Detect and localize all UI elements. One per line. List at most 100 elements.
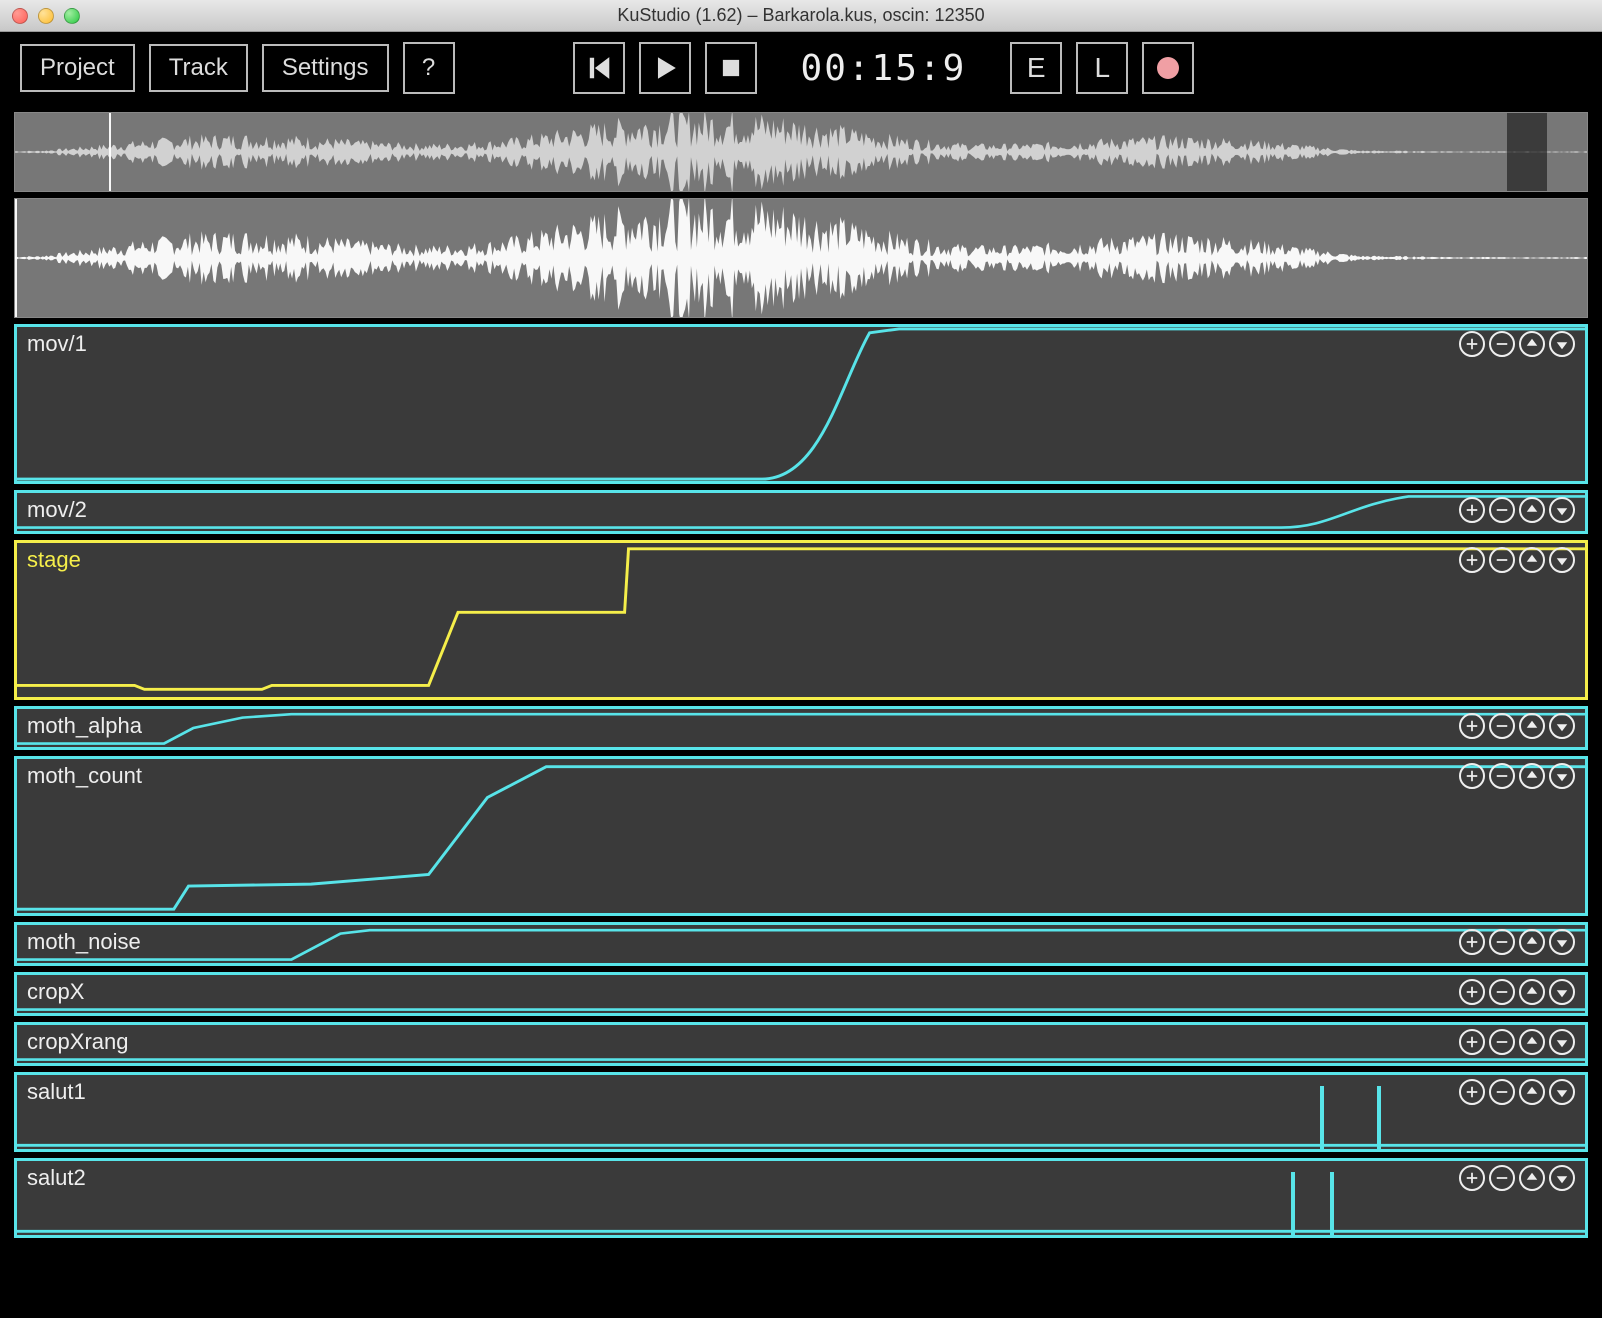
- automation-curve[interactable]: [17, 975, 1585, 1013]
- play-button[interactable]: [639, 42, 691, 94]
- zoom-window-button[interactable]: [64, 8, 80, 24]
- track-row[interactable]: moth_noise: [14, 922, 1588, 966]
- overview-waveform-large[interactable]: [14, 198, 1588, 318]
- arrow-up-icon: [1525, 935, 1539, 949]
- automation-curve[interactable]: [17, 709, 1585, 747]
- track-controls: [1459, 713, 1575, 739]
- track-add-button[interactable]: [1459, 763, 1485, 789]
- track-add-button[interactable]: [1459, 979, 1485, 1005]
- minus-icon: [1495, 769, 1509, 783]
- track-row[interactable]: cropX: [14, 972, 1588, 1016]
- minus-icon: [1495, 337, 1509, 351]
- track-move-down-button[interactable]: [1549, 331, 1575, 357]
- track-add-button[interactable]: [1459, 497, 1485, 523]
- arrow-up-icon: [1525, 553, 1539, 567]
- automation-curve[interactable]: [17, 1025, 1585, 1063]
- plus-icon: [1465, 503, 1479, 517]
- track-move-down-button[interactable]: [1549, 763, 1575, 789]
- track-remove-button[interactable]: [1489, 497, 1515, 523]
- track-move-up-button[interactable]: [1519, 547, 1545, 573]
- window-titlebar: KuStudio (1.62) – Barkarola.kus, oscin: …: [0, 0, 1602, 32]
- automation-curve[interactable]: [17, 493, 1585, 531]
- track-move-down-button[interactable]: [1549, 713, 1575, 739]
- track-move-up-button[interactable]: [1519, 1029, 1545, 1055]
- track-move-up-button[interactable]: [1519, 497, 1545, 523]
- track-row[interactable]: stage: [14, 540, 1588, 700]
- track-move-up-button[interactable]: [1519, 331, 1545, 357]
- track-add-button[interactable]: [1459, 331, 1485, 357]
- track-move-down-button[interactable]: [1549, 979, 1575, 1005]
- automation-curve[interactable]: [17, 543, 1585, 697]
- track-move-up-button[interactable]: [1519, 763, 1545, 789]
- arrow-up-icon: [1525, 769, 1539, 783]
- track-menu-button[interactable]: Track: [149, 44, 248, 92]
- e-toggle-button[interactable]: E: [1010, 42, 1062, 94]
- track-add-button[interactable]: [1459, 1029, 1485, 1055]
- playhead-marker[interactable]: [15, 199, 17, 317]
- track-remove-button[interactable]: [1489, 1029, 1515, 1055]
- track-move-down-button[interactable]: [1549, 1165, 1575, 1191]
- track-add-button[interactable]: [1459, 929, 1485, 955]
- track-row[interactable]: mov/1: [14, 324, 1588, 484]
- arrow-down-icon: [1555, 985, 1569, 999]
- track-row[interactable]: mov/2: [14, 490, 1588, 534]
- track-add-button[interactable]: [1459, 713, 1485, 739]
- minus-icon: [1495, 1171, 1509, 1185]
- automation-curve[interactable]: [17, 925, 1585, 963]
- stop-button[interactable]: [705, 42, 757, 94]
- record-button[interactable]: [1142, 42, 1194, 94]
- track-remove-button[interactable]: [1489, 763, 1515, 789]
- track-controls: [1459, 547, 1575, 573]
- arrow-down-icon: [1555, 337, 1569, 351]
- track-move-down-button[interactable]: [1549, 547, 1575, 573]
- track-remove-button[interactable]: [1489, 1165, 1515, 1191]
- track-row[interactable]: salut1: [14, 1072, 1588, 1152]
- track-row[interactable]: cropXrang: [14, 1022, 1588, 1066]
- track-move-up-button[interactable]: [1519, 929, 1545, 955]
- track-move-down-button[interactable]: [1549, 1079, 1575, 1105]
- waveform-icon: [15, 199, 1587, 317]
- track-controls: [1459, 1165, 1575, 1191]
- track-row[interactable]: moth_count: [14, 756, 1588, 916]
- minus-icon: [1495, 503, 1509, 517]
- automation-curve[interactable]: [17, 1161, 1585, 1235]
- track-remove-button[interactable]: [1489, 713, 1515, 739]
- automation-curve[interactable]: [17, 1075, 1585, 1149]
- l-toggle-button[interactable]: L: [1076, 42, 1128, 94]
- track-add-button[interactable]: [1459, 1079, 1485, 1105]
- playhead-marker[interactable]: [109, 113, 111, 191]
- track-remove-button[interactable]: [1489, 929, 1515, 955]
- minus-icon: [1495, 985, 1509, 999]
- track-row[interactable]: moth_alpha: [14, 706, 1588, 750]
- record-icon: [1157, 57, 1179, 79]
- automation-curve[interactable]: [17, 327, 1585, 481]
- track-controls: [1459, 763, 1575, 789]
- track-remove-button[interactable]: [1489, 547, 1515, 573]
- track-move-up-button[interactable]: [1519, 979, 1545, 1005]
- track-add-button[interactable]: [1459, 1165, 1485, 1191]
- track-controls: [1459, 331, 1575, 357]
- plus-icon: [1465, 1085, 1479, 1099]
- track-list: mov/1 mov/2 stage moth_alpha moth_count moth_…: [14, 324, 1588, 1238]
- plus-icon: [1465, 935, 1479, 949]
- track-move-up-button[interactable]: [1519, 713, 1545, 739]
- play-from-start-button[interactable]: [573, 42, 625, 94]
- track-move-up-button[interactable]: [1519, 1079, 1545, 1105]
- track-remove-button[interactable]: [1489, 331, 1515, 357]
- minus-icon: [1495, 719, 1509, 733]
- automation-curve[interactable]: [17, 759, 1585, 913]
- track-move-down-button[interactable]: [1549, 1029, 1575, 1055]
- project-menu-button[interactable]: Project: [20, 44, 135, 92]
- settings-menu-button[interactable]: Settings: [262, 44, 389, 92]
- track-row[interactable]: salut2: [14, 1158, 1588, 1238]
- track-move-down-button[interactable]: [1549, 497, 1575, 523]
- track-move-up-button[interactable]: [1519, 1165, 1545, 1191]
- overview-waveform-small[interactable]: [14, 112, 1588, 192]
- track-remove-button[interactable]: [1489, 979, 1515, 1005]
- minimize-window-button[interactable]: [38, 8, 54, 24]
- track-add-button[interactable]: [1459, 547, 1485, 573]
- track-move-down-button[interactable]: [1549, 929, 1575, 955]
- track-remove-button[interactable]: [1489, 1079, 1515, 1105]
- help-button[interactable]: ?: [403, 42, 455, 94]
- close-window-button[interactable]: [12, 8, 28, 24]
